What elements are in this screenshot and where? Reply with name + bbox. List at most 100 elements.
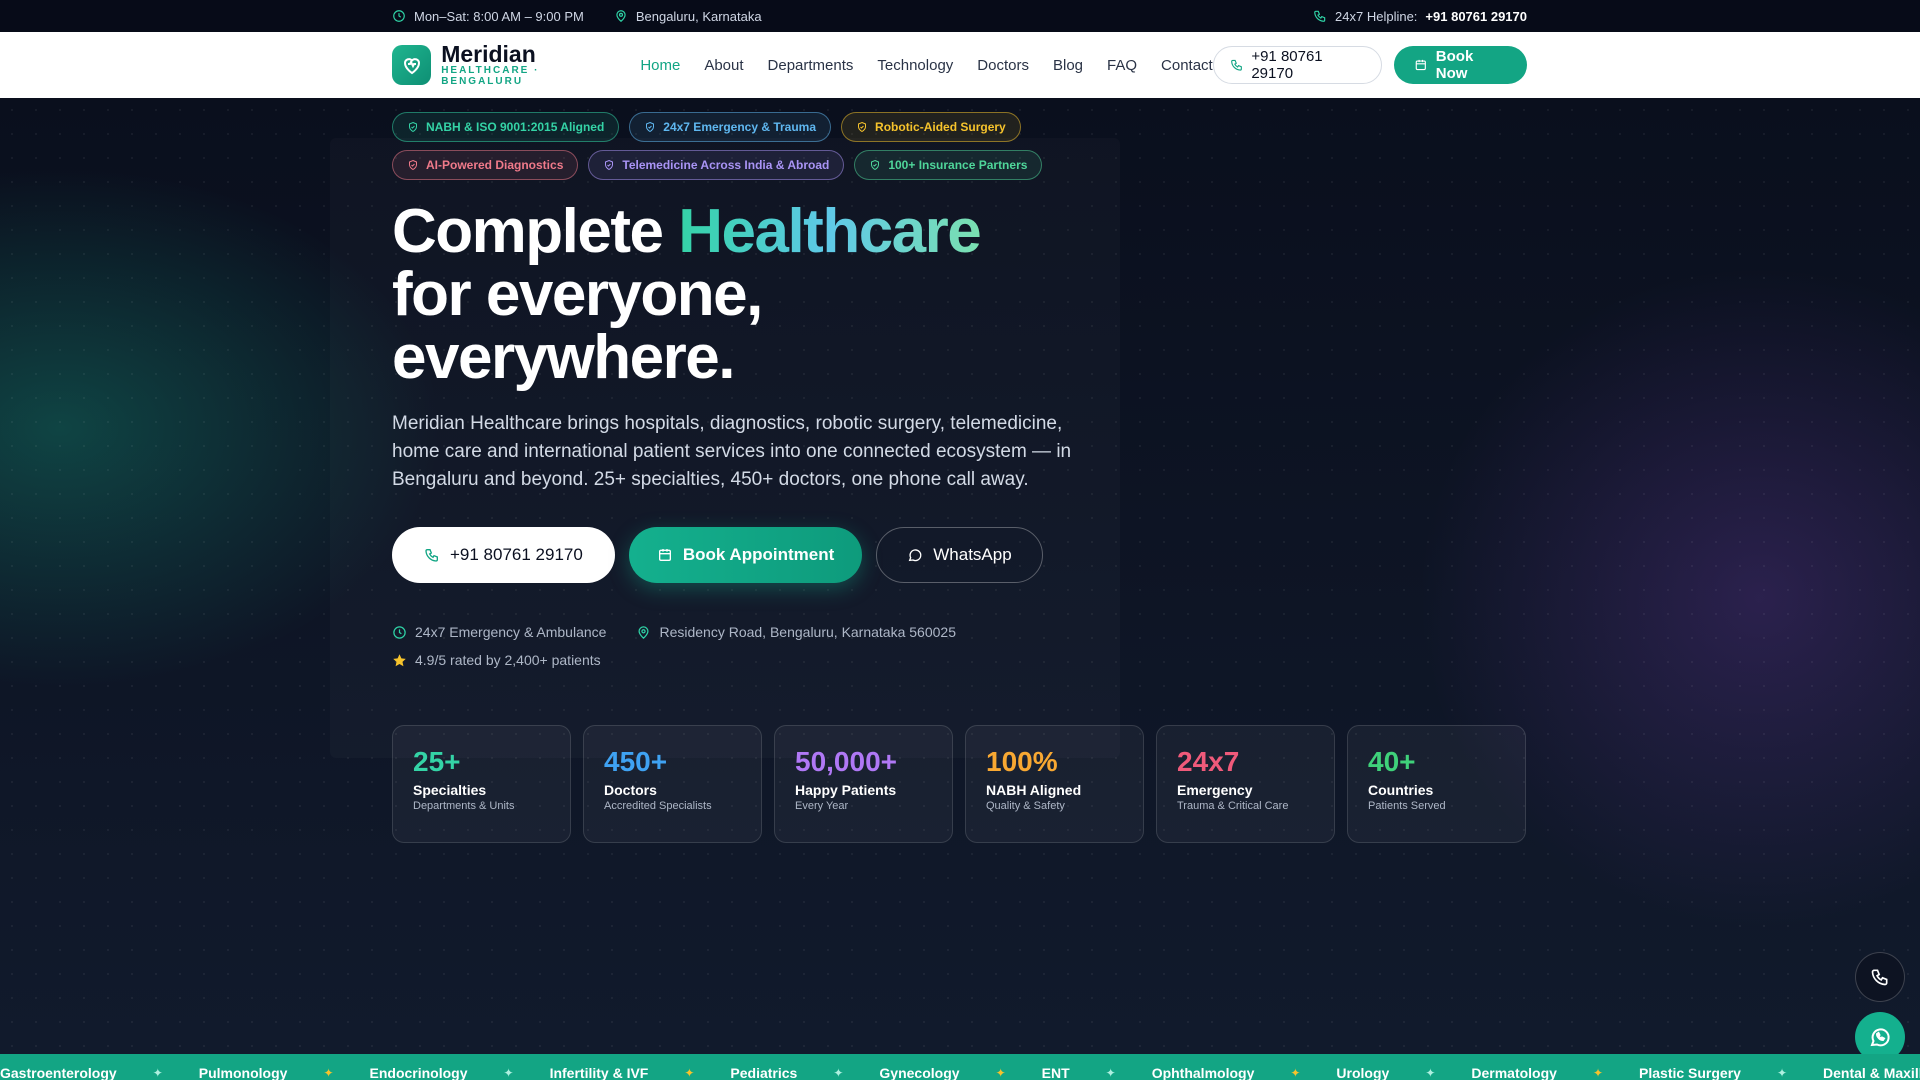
marquee-item: Pediatrics bbox=[730, 1065, 798, 1080]
meta-rating: 4.9/5 rated by 2,400+ patients bbox=[392, 652, 601, 668]
nav-phone-button[interactable]: +91 80761 29170 bbox=[1212, 46, 1383, 84]
meta-address-text: Residency Road, Bengaluru, Karnataka 560… bbox=[659, 624, 956, 640]
nav-departments[interactable]: Departments bbox=[768, 57, 854, 74]
stat-label: Specialties bbox=[413, 782, 487, 798]
phone-icon bbox=[1871, 969, 1888, 986]
book-appointment-label: Book Appointment bbox=[682, 545, 835, 564]
specialties-marquee: Gastroenterology ✦ Pulmonology ✦ Endocrinolo… bbox=[0, 1054, 1920, 1080]
phone-icon bbox=[425, 549, 438, 562]
clock-icon bbox=[393, 625, 406, 639]
marquee-item: Pulmonology bbox=[198, 1065, 288, 1080]
headline-part-3: everywhere. bbox=[392, 323, 735, 392]
stat-sublabel: Trauma & Critical Care bbox=[1177, 800, 1289, 812]
stat-sublabel: Every Year bbox=[795, 800, 849, 812]
nav-home[interactable]: Home bbox=[640, 57, 680, 74]
chat-bubble-icon bbox=[908, 549, 922, 562]
meta-emergency: 24x7 Emergency & Ambulance bbox=[392, 624, 606, 640]
whatsapp-label: WhatsApp bbox=[933, 545, 1012, 564]
sparkle-icon: ✦ bbox=[1425, 1066, 1436, 1080]
marquee-item: Gynecology bbox=[879, 1065, 960, 1080]
location-text: Bengaluru, Karnataka bbox=[635, 8, 762, 24]
stat-card-doctors: 450+ Doctors Accredited Specialists bbox=[583, 725, 762, 843]
stat-value: 25+ bbox=[413, 746, 461, 777]
call-button[interactable]: +91 80761 29170 bbox=[392, 527, 615, 583]
map-pin-icon bbox=[638, 625, 649, 639]
heart-logo-icon bbox=[392, 45, 432, 85]
stat-card-nabh: 100% NABH Aligned Quality & Safety bbox=[965, 725, 1144, 843]
badge-nabh: NABH & ISO 9001:2015 Aligned bbox=[392, 112, 620, 142]
book-now-label: Book Now bbox=[1435, 48, 1474, 82]
nav-contact[interactable]: Contact bbox=[1161, 57, 1213, 74]
sparkle-icon: ✦ bbox=[503, 1066, 514, 1080]
whatsapp-icon bbox=[1870, 1028, 1890, 1047]
clock-icon bbox=[393, 10, 405, 22]
hero-headline: Complete Healthcare for everyone, everyw… bbox=[392, 197, 982, 392]
badge-label: Telemedicine Across India & Abroad bbox=[622, 158, 830, 172]
badge-insurance: 100+ Insurance Partners bbox=[854, 150, 1043, 180]
star-icon bbox=[393, 653, 406, 666]
phone-icon bbox=[1314, 10, 1326, 22]
hero-description: Meridian Healthcare brings hospitals, di… bbox=[392, 413, 1072, 490]
nav-blog[interactable]: Blog bbox=[1053, 57, 1083, 74]
stat-card-emergency: 24x7 Emergency Trauma & Critical Care bbox=[1156, 725, 1335, 843]
book-appointment-button[interactable]: Book Appointment bbox=[628, 527, 863, 583]
book-now-button[interactable]: Book Now bbox=[1394, 46, 1527, 84]
sparkle-icon: ✦ bbox=[1290, 1066, 1301, 1080]
top-info-bar: Mon–Sat: 8:00 AM – 9:00 PM Bengaluru, Ka… bbox=[0, 0, 1920, 32]
sparkle-icon: ✦ bbox=[1776, 1066, 1788, 1080]
hours-text: Mon–Sat: 8:00 AM – 9:00 PM bbox=[414, 8, 584, 24]
sparkle-icon: ✦ bbox=[995, 1066, 1006, 1080]
badge-label: 100+ Insurance Partners bbox=[888, 158, 1028, 172]
marquee-item: Ophthalmology bbox=[1151, 1065, 1255, 1080]
badge-label: NABH & ISO 9001:2015 Aligned bbox=[426, 120, 605, 134]
brand-tagline: HEALTHCARE · BENGALURU bbox=[441, 65, 540, 87]
helpline-label: 24x7 Helpline: bbox=[1335, 8, 1418, 24]
headline-part-2: for everyone, bbox=[392, 260, 763, 329]
shield-icon bbox=[605, 159, 614, 171]
helpline-number[interactable]: +91 80761 29170 bbox=[1425, 9, 1527, 24]
stat-sublabel: Patients Served bbox=[1368, 800, 1446, 812]
stat-label: Emergency bbox=[1177, 782, 1253, 798]
sparkle-icon: ✦ bbox=[1592, 1066, 1604, 1080]
marquee-item: Gastroenterology bbox=[0, 1065, 117, 1080]
stat-label: Happy Patients bbox=[795, 782, 897, 798]
sparkle-icon: ✦ bbox=[152, 1066, 163, 1080]
floating-call-button[interactable] bbox=[1855, 952, 1905, 1002]
badge-label: Robotic-Aided Surgery bbox=[875, 120, 1006, 134]
shield-icon bbox=[871, 159, 880, 171]
hours-info: Mon–Sat: 8:00 AM – 9:00 PM bbox=[392, 9, 584, 24]
nav-menu: Home About Departments Technology Doctor… bbox=[640, 57, 1212, 74]
stat-card-countries: 40+ Countries Patients Served bbox=[1347, 725, 1526, 843]
stat-sublabel: Accredited Specialists bbox=[604, 800, 712, 812]
whatsapp-button[interactable]: WhatsApp bbox=[876, 527, 1043, 583]
nav-about[interactable]: About bbox=[704, 57, 743, 74]
sparkle-icon: ✦ bbox=[323, 1066, 334, 1080]
sparkle-icon: ✦ bbox=[684, 1066, 695, 1080]
marquee-item: Dermatology bbox=[1471, 1065, 1557, 1080]
brand-name: Meridian bbox=[441, 41, 536, 67]
headline-accent: Healthcare bbox=[678, 197, 982, 266]
marquee-item: ENT bbox=[1041, 1065, 1070, 1080]
phone-icon bbox=[1230, 59, 1242, 71]
badge-emergency: 24x7 Emergency & Trauma bbox=[629, 112, 832, 142]
map-pin-icon bbox=[616, 10, 626, 23]
stat-value: 24x7 bbox=[1177, 746, 1240, 777]
nav-technology[interactable]: Technology bbox=[877, 57, 953, 74]
marquee-item: Plastic Surgery bbox=[1639, 1065, 1741, 1080]
nav-faq[interactable]: FAQ bbox=[1107, 57, 1137, 74]
stat-value: 450+ bbox=[604, 746, 668, 777]
shield-icon bbox=[858, 121, 867, 133]
helpline-info[interactable]: 24x7 Helpline: +91 80761 29170 bbox=[1313, 9, 1527, 24]
marquee-item: Infertility & IVF bbox=[549, 1065, 649, 1080]
calendar-icon bbox=[658, 549, 671, 561]
stats-row: 25+ Specialties Departments & Units 450+ Do… bbox=[392, 725, 1526, 843]
badge-label: AI-Powered Diagnostics bbox=[426, 158, 564, 172]
hero-meta: 24x7 Emergency & Ambulance Residency Roa… bbox=[392, 624, 956, 680]
nav-doctors[interactable]: Doctors bbox=[977, 57, 1029, 74]
stat-card-specialties: 25+ Specialties Departments & Units bbox=[392, 725, 571, 843]
brand-logo[interactable]: Meridian HEALTHCARE · BENGALURU bbox=[392, 43, 622, 87]
headline-part-1: Complete bbox=[392, 197, 679, 266]
meta-address: Residency Road, Bengaluru, Karnataka 560… bbox=[636, 624, 956, 640]
shield-icon bbox=[409, 159, 417, 171]
marquee-item: Urology bbox=[1336, 1065, 1390, 1080]
